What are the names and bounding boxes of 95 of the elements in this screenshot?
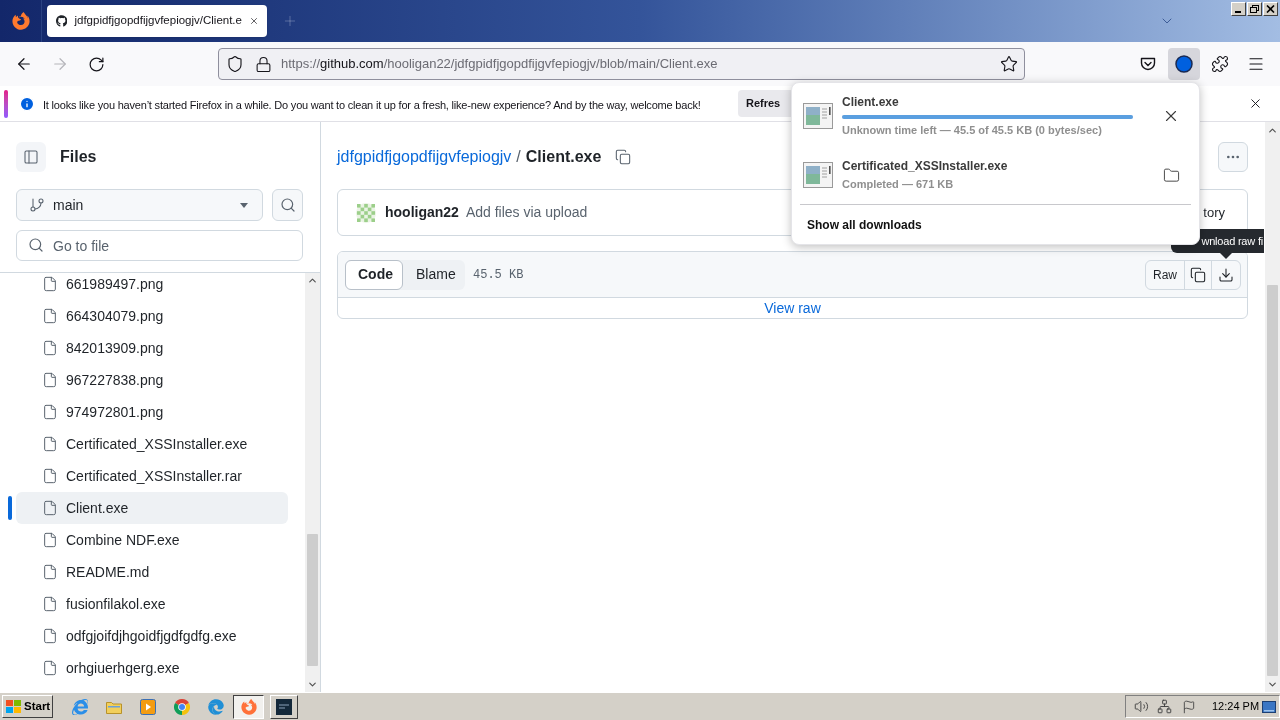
- file-icon: [42, 308, 58, 324]
- file-size: 45.5 KB: [473, 266, 524, 284]
- restore-icon: [1250, 5, 1259, 13]
- flag-icon[interactable]: [1182, 699, 1196, 714]
- scrollbar-thumb[interactable]: [1267, 285, 1278, 676]
- browser-tab[interactable]: jdfgpidfjgopdfijgvfepiogjv/Client.e: [47, 5, 267, 37]
- commit-message: Add files via upload: [465, 203, 588, 222]
- file-icon: [42, 564, 58, 580]
- circle-icon: [1175, 55, 1193, 73]
- file-icon: [42, 660, 58, 676]
- file-icon: [42, 436, 58, 452]
- search-icon: [279, 197, 296, 213]
- network-icon[interactable]: [1157, 699, 1172, 714]
- file-item[interactable]: 842013909.png: [16, 332, 288, 364]
- taskbar-button[interactable]: [233, 694, 264, 719]
- close-icon[interactable]: [1248, 96, 1263, 111]
- shield-icon[interactable]: [226, 55, 244, 73]
- file-item[interactable]: Combine NDF.exe: [16, 524, 288, 556]
- branch-selector[interactable]: main: [16, 189, 263, 221]
- minimize-button[interactable]: [1231, 2, 1246, 16]
- fox-logo-icon[interactable]: [11, 12, 30, 30]
- puzzle-icon: [1211, 55, 1229, 73]
- scrollbar[interactable]: [305, 273, 320, 692]
- copy-icon: [1190, 266, 1206, 283]
- file-item[interactable]: 974972801.png: [16, 396, 288, 428]
- selection-indicator: [8, 496, 12, 520]
- round-logo-icon[interactable]: [174, 698, 190, 715]
- reload-icon: [87, 55, 105, 73]
- notification-message: It looks like you haven’t started Firefox in a while. Do you want to clean it up for a fresh, like-new experience? And by the way, welcome back!: [43, 98, 701, 111]
- file-icon: [42, 372, 58, 388]
- pocket-icon: [1140, 56, 1156, 72]
- path-separator: /: [516, 147, 521, 167]
- file-item[interactable]: 967227838.png: [16, 364, 288, 396]
- sidebar-panel-icon: [23, 149, 39, 165]
- view-raw-link[interactable]: View raw: [764, 297, 821, 318]
- file-thumbnail-icon: [803, 103, 833, 129]
- downloads-button[interactable]: [1168, 48, 1200, 80]
- close-icon: [1266, 5, 1275, 13]
- clock: 12:24 PM: [1212, 699, 1260, 715]
- file-icon: [42, 532, 58, 548]
- restore-button[interactable]: [1247, 2, 1262, 16]
- lock-icon[interactable]: [255, 55, 272, 73]
- sidebar-title: Files: [60, 147, 97, 167]
- download-icon: [1218, 266, 1234, 283]
- raw-button[interactable]: Raw: [1146, 260, 1185, 289]
- download-name: Client.exe: [842, 95, 900, 110]
- media-player-icon[interactable]: [140, 698, 156, 715]
- accent-bar: [4, 89, 8, 118]
- history-link[interactable]: tory: [1203, 202, 1225, 223]
- start-button[interactable]: Start: [2, 695, 53, 718]
- file-icon: [42, 276, 58, 292]
- folder-icon[interactable]: [1163, 166, 1180, 184]
- file-icon: [42, 404, 58, 420]
- scroll-down-icon[interactable]: [307, 679, 318, 690]
- file-item[interactable]: README.md: [16, 556, 288, 588]
- file-icon: [42, 628, 58, 644]
- scroll-down-icon[interactable]: [1267, 679, 1278, 690]
- file-icon: [42, 596, 58, 612]
- close-window-button[interactable]: [1263, 2, 1278, 16]
- go-to-file-field[interactable]: Go to file: [16, 230, 303, 261]
- file-icon: [42, 468, 58, 484]
- view-tab[interactable]: Blame: [403, 259, 465, 290]
- file-thumbnail-icon: [803, 162, 833, 188]
- scrollbar[interactable]: [1265, 122, 1280, 692]
- search-icon: [28, 237, 44, 253]
- file-item[interactable]: fusionfilakol.exe: [16, 588, 288, 620]
- repo-link[interactable]: jdfgpidfjgopdfijgvfepiogjv: [337, 145, 512, 169]
- speaker-icon[interactable]: [1134, 699, 1149, 714]
- terminal-icon[interactable]: [276, 698, 292, 715]
- cat-logo-icon: [56, 13, 68, 29]
- file-item[interactable]: 661989497.png: [16, 273, 288, 300]
- download-status: Completed — 671 KB: [842, 177, 955, 191]
- file-item[interactable]: Certificated_XSSInstaller.exe: [16, 428, 288, 460]
- address-bar[interactable]: https://github.com/hooligan22/jdfgpidfjgopdfijgvfepiogjv/blob/main/Client.exe: [218, 48, 1025, 80]
- file-item[interactable]: 664304079.png: [16, 300, 288, 332]
- file-title: Client.exe: [525, 147, 602, 167]
- file-item[interactable]: odfgjoifdjhgoidfjgdfgdfg.exe: [16, 620, 288, 652]
- menu-icon: [1247, 55, 1265, 73]
- branch-icon: [29, 197, 45, 213]
- bookmark-star-icon[interactable]: [1000, 55, 1018, 73]
- search-button[interactable]: [272, 189, 303, 221]
- commit-author: hooligan22: [385, 203, 459, 222]
- scrollbar-thumb[interactable]: [307, 534, 318, 666]
- file-item[interactable]: orhgiuerhgerg.exe: [16, 652, 288, 684]
- file-icon: [42, 340, 58, 356]
- view-tab[interactable]: Code: [345, 259, 403, 290]
- download-status: Unknown time left — 45.5 of 45.5 KB (0 bytes/sec): [842, 123, 1103, 137]
- file-icon: [42, 500, 58, 516]
- info-icon: [19, 95, 35, 112]
- download-name: Certificated_XSSInstaller.exe: [842, 159, 1009, 174]
- file-item[interactable]: Certificated_XSSInstaller.rar: [16, 460, 288, 492]
- caret-icon: [240, 202, 248, 208]
- show-desktop-icon[interactable]: [1262, 700, 1276, 713]
- flag-logo-icon: [6, 699, 22, 714]
- copy-icon[interactable]: [615, 149, 632, 165]
